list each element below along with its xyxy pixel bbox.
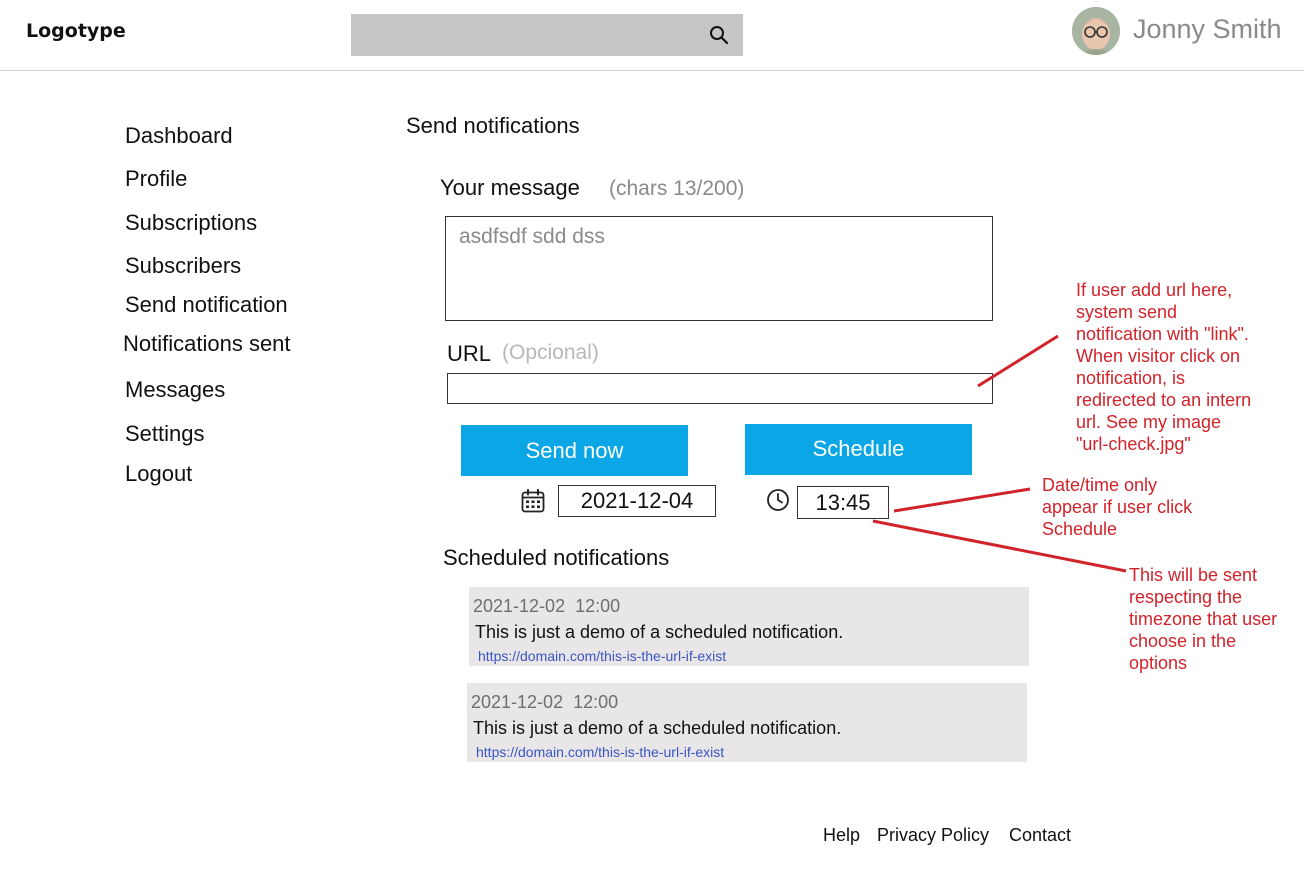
sidebar-item-send-notification[interactable]: Send notification [125,292,288,318]
sidebar-item-profile[interactable]: Profile [125,166,187,192]
footer-privacy-link[interactable]: Privacy Policy [877,825,989,846]
message-char-counter: (chars 13/200) [609,177,745,200]
annotation-url-note: If user add url here, system send notifi… [1076,280,1252,454]
message-textarea[interactable]: asdfsdf sdd dss [445,216,993,321]
sidebar-item-messages[interactable]: Messages [125,377,225,403]
annotation-arrow-datetime [893,487,1031,513]
header-divider [0,70,1304,71]
message-label: Your message [440,175,580,200]
clock-icon[interactable] [766,488,790,512]
annotation-timezone-note: This will be sent respecting the timezon… [1129,565,1278,673]
scheduled-url-link[interactable]: https://domain.com/this-is-the-url-if-ex… [476,744,724,760]
scheduled-notification-card[interactable]: 2021-12-02 12:00 This is just a demo of … [467,683,1027,762]
send-now-button[interactable]: Send now [461,425,688,476]
logo[interactable]: Logotype [26,20,126,42]
scheduled-notifications-title: Scheduled notifications [443,545,670,570]
schedule-time-input[interactable]: 13:45 [797,486,889,519]
sidebar-item-dashboard[interactable]: Dashboard [125,123,233,149]
url-optional-hint: (Opcional) [502,341,599,364]
scheduled-notification-card[interactable]: 2021-12-02 12:00 This is just a demo of … [469,587,1029,666]
avatar[interactable] [1072,7,1120,55]
scheduled-url-link[interactable]: https://domain.com/this-is-the-url-if-ex… [478,648,726,664]
url-input[interactable] [447,373,993,404]
footer-contact-link[interactable]: Contact [1009,825,1071,846]
schedule-button[interactable]: Schedule [745,424,972,475]
sidebar-item-subscribers[interactable]: Subscribers [125,253,241,279]
sidebar-item-logout[interactable]: Logout [125,461,192,487]
sidebar-item-notifications-sent[interactable]: Notifications sent [123,331,291,357]
scheduled-datetime: 2021-12-02 12:00 [473,596,621,616]
user-name[interactable]: Jonny Smith [1133,14,1282,45]
sidebar-item-subscriptions[interactable]: Subscriptions [125,210,257,236]
schedule-date-input[interactable]: 2021-12-04 [558,485,716,517]
page-title: Send notifications [406,113,580,138]
scheduled-datetime: 2021-12-02 12:00 [471,692,619,712]
scheduled-text: This is just a demo of a scheduled notif… [475,622,844,642]
footer-help-link[interactable]: Help [823,825,860,846]
calendar-icon[interactable] [520,488,546,514]
annotation-datetime-note: Date/time only appear if user click Sche… [1042,475,1193,539]
search-bar[interactable] [351,14,743,56]
search-icon[interactable] [707,23,731,47]
url-label: URL [447,341,492,366]
sidebar-item-settings[interactable]: Settings [125,421,205,447]
scheduled-text: This is just a demo of a scheduled notif… [473,718,842,738]
